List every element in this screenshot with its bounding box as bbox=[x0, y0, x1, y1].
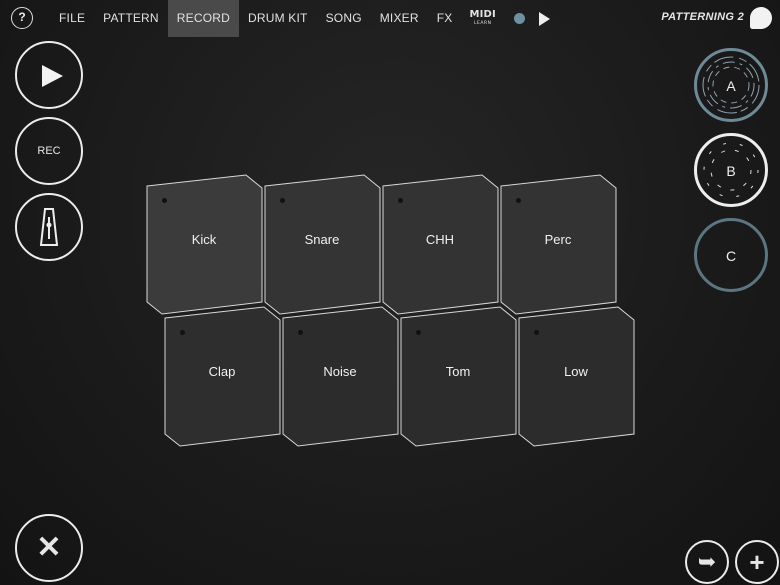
pad-noise[interactable]: Noise bbox=[282, 306, 399, 447]
next-button[interactable]: ➥ bbox=[685, 540, 729, 584]
main-menu: FILE PATTERN RECORD DRUM KIT SONG MIXER … bbox=[50, 0, 550, 37]
pad-label: Snare bbox=[304, 232, 340, 247]
arrow-right-icon: ➥ bbox=[697, 549, 717, 574]
midi-label: MIDI bbox=[469, 8, 496, 20]
pad-label: Kick bbox=[191, 232, 217, 247]
pad-tom[interactable]: Tom bbox=[400, 306, 517, 447]
pad-label: Perc bbox=[544, 232, 572, 247]
close-button[interactable]: ✕ bbox=[15, 514, 83, 582]
pattern-c-button[interactable]: C bbox=[694, 218, 768, 292]
midi-learn-label: LEARN bbox=[474, 20, 492, 26]
help-icon[interactable]: ? bbox=[11, 7, 33, 29]
menu-mixer[interactable]: MIXER bbox=[371, 0, 428, 37]
top-bar: ? FILE PATTERN RECORD DRUM KIT SONG MIXE… bbox=[0, 0, 780, 37]
pad-chh[interactable]: CHH bbox=[382, 174, 499, 315]
pad-label: Clap bbox=[208, 364, 236, 379]
plus-icon: + bbox=[749, 547, 765, 577]
pad-label: Low bbox=[564, 364, 588, 379]
add-button[interactable]: + bbox=[735, 540, 779, 584]
menu-drum-kit[interactable]: DRUM KIT bbox=[239, 0, 317, 37]
pattern-b-button[interactable]: B bbox=[694, 133, 768, 207]
pad-low[interactable]: Low bbox=[518, 306, 635, 447]
pad-label: Tom bbox=[445, 364, 471, 379]
metronome-icon bbox=[39, 208, 59, 246]
play-icon bbox=[42, 65, 63, 87]
menu-pattern[interactable]: PATTERN bbox=[94, 0, 168, 37]
menu-fx[interactable]: FX bbox=[428, 0, 462, 37]
metronome-button[interactable] bbox=[15, 193, 83, 261]
rec-button[interactable]: REC bbox=[15, 117, 83, 185]
midi-learn-icon[interactable]: MIDI LEARN bbox=[469, 8, 496, 28]
pad-kick[interactable]: Kick bbox=[146, 174, 263, 315]
app-logo-icon[interactable] bbox=[750, 7, 772, 29]
pad-snare[interactable]: Snare bbox=[264, 174, 381, 315]
pad-perc[interactable]: Perc bbox=[500, 174, 617, 315]
menu-record[interactable]: RECORD bbox=[167, 0, 239, 37]
pad-clap[interactable]: Clap bbox=[164, 306, 281, 447]
pattern-a-label: A bbox=[726, 78, 736, 94]
app-name[interactable]: PATTERNING 2 bbox=[661, 11, 744, 23]
menu-file[interactable]: FILE bbox=[50, 0, 94, 37]
pattern-a-button[interactable]: A bbox=[694, 48, 768, 122]
status-dot[interactable] bbox=[513, 13, 525, 24]
close-icon: ✕ bbox=[36, 531, 62, 564]
header-play-icon[interactable] bbox=[538, 11, 550, 26]
pattern-b-label: B bbox=[726, 163, 736, 179]
pad-label: CHH bbox=[425, 232, 455, 247]
menu-song[interactable]: SONG bbox=[317, 0, 371, 37]
pad-label: Noise bbox=[323, 364, 357, 379]
play-button[interactable] bbox=[15, 41, 83, 109]
